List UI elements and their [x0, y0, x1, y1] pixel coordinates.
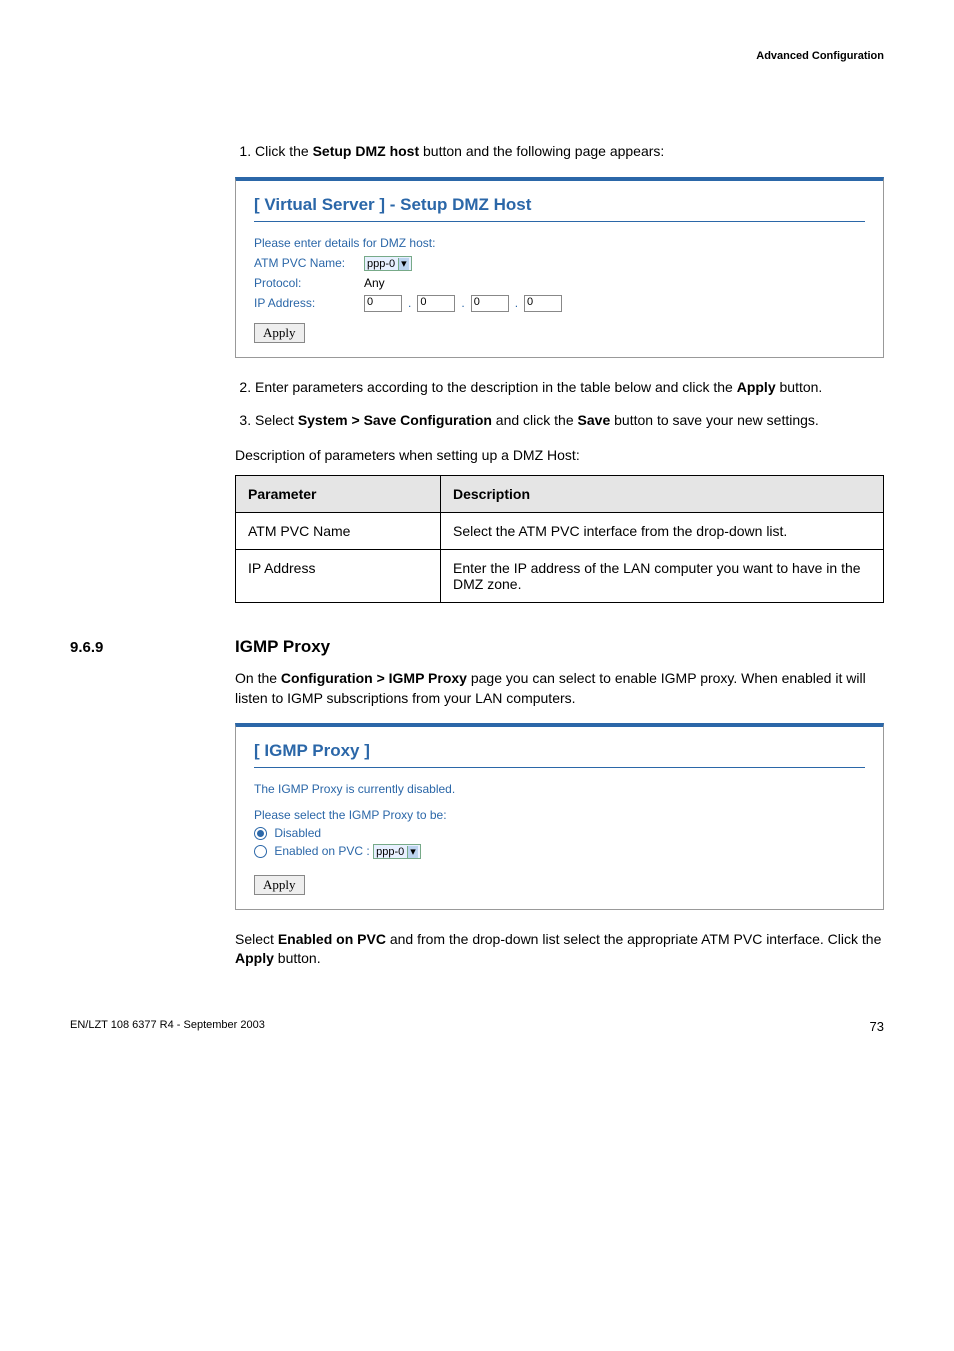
chevron-down-icon: ▾	[407, 846, 418, 858]
th-description: Description	[441, 476, 884, 513]
cell-atm-desc: Select the ATM PVC interface from the dr…	[441, 513, 884, 550]
atm-pvc-select[interactable]: ppp-0▾	[364, 256, 412, 271]
ip-octet-1[interactable]: 0	[364, 295, 402, 312]
table-row: ATM PVC Name Select the ATM PVC interfac…	[236, 513, 884, 550]
step3-d: Save	[578, 412, 611, 428]
igmp-paragraph: On the Configuration > IGMP Proxy page y…	[235, 669, 884, 708]
dmz-figure: [ Virtual Server ] - Setup DMZ Host Plea…	[235, 177, 884, 358]
footer-left: EN/LZT 108 6377 R4 - September 2003	[70, 1019, 265, 1034]
section-number: 9.6.9	[70, 639, 235, 656]
step2-bold: Apply	[737, 379, 776, 395]
closing-paragraph: Select Enabled on PVC and from the drop-…	[235, 930, 884, 969]
ip-octet-3[interactable]: 0	[471, 295, 509, 312]
igmp-para-a: On the	[235, 670, 281, 686]
step-2: Enter parameters according to the descri…	[255, 378, 884, 398]
igmp-apply-button[interactable]: Apply	[254, 875, 305, 895]
table-row: IP Address Enter the IP address of the L…	[236, 550, 884, 603]
atm-pvc-value: ppp-0	[367, 258, 395, 270]
closing-c: and from the drop-down list select the a…	[386, 931, 881, 947]
step1-post: button and the following page appears:	[419, 143, 664, 159]
ip-octet-4[interactable]: 0	[524, 295, 562, 312]
radio-enabled-label: Enabled on PVC :	[274, 844, 369, 858]
dmz-title: [ Virtual Server ] - Setup DMZ Host	[254, 195, 865, 222]
th-parameter: Parameter	[236, 476, 441, 513]
igmp-status: The IGMP Proxy is currently disabled.	[254, 782, 865, 796]
protocol-value: Any	[364, 276, 385, 290]
header-category: Advanced Configuration	[70, 50, 884, 62]
dmz-intro: Please enter details for DMZ host:	[254, 236, 865, 250]
closing-d: Apply	[235, 950, 274, 966]
step3-e: button to save your new settings.	[610, 412, 819, 428]
igmp-title: [ IGMP Proxy ]	[254, 741, 865, 768]
parameter-table: Parameter Description ATM PVC Name Selec…	[235, 475, 884, 603]
atm-pvc-label: ATM PVC Name:	[254, 256, 364, 270]
igmp-para-b: Configuration > IGMP Proxy	[281, 670, 467, 686]
cell-ip-name: IP Address	[236, 550, 441, 603]
page-number: 73	[870, 1019, 884, 1034]
step-3: Select System > Save Configuration and c…	[255, 411, 884, 431]
apply-button[interactable]: Apply	[254, 323, 305, 343]
radio-disabled-label: Disabled	[274, 826, 321, 840]
closing-a: Select	[235, 931, 278, 947]
igmp-pvc-select[interactable]: ppp-0▾	[373, 844, 421, 859]
igmp-pvc-value: ppp-0	[376, 846, 404, 858]
cell-atm-name: ATM PVC Name	[236, 513, 441, 550]
ip-label: IP Address:	[254, 296, 364, 310]
step-1: Click the Setup DMZ host button and the …	[255, 142, 884, 162]
igmp-prompt: Please select the IGMP Proxy to be:	[254, 808, 865, 822]
closing-b: Enabled on PVC	[278, 931, 386, 947]
step3-a: Select	[255, 412, 298, 428]
step3-b: System > Save Configuration	[298, 412, 492, 428]
step2-pre: Enter parameters according to the descri…	[255, 379, 737, 395]
cell-ip-desc: Enter the IP address of the LAN computer…	[441, 550, 884, 603]
step2-post: button.	[776, 379, 823, 395]
radio-disabled[interactable]	[254, 827, 267, 840]
closing-e: button.	[274, 950, 321, 966]
radio-enabled[interactable]	[254, 845, 267, 858]
step1-bold: Setup DMZ host	[313, 143, 420, 159]
igmp-figure: [ IGMP Proxy ] The IGMP Proxy is current…	[235, 723, 884, 910]
section-title: IGMP Proxy	[235, 637, 330, 657]
protocol-label: Protocol:	[254, 276, 364, 290]
step3-c: and click the	[492, 412, 578, 428]
chevron-down-icon: ▾	[398, 258, 409, 270]
table-intro: Description of parameters when setting u…	[235, 446, 884, 466]
ip-octet-2[interactable]: 0	[417, 295, 455, 312]
step1-pre: Click the	[255, 143, 313, 159]
